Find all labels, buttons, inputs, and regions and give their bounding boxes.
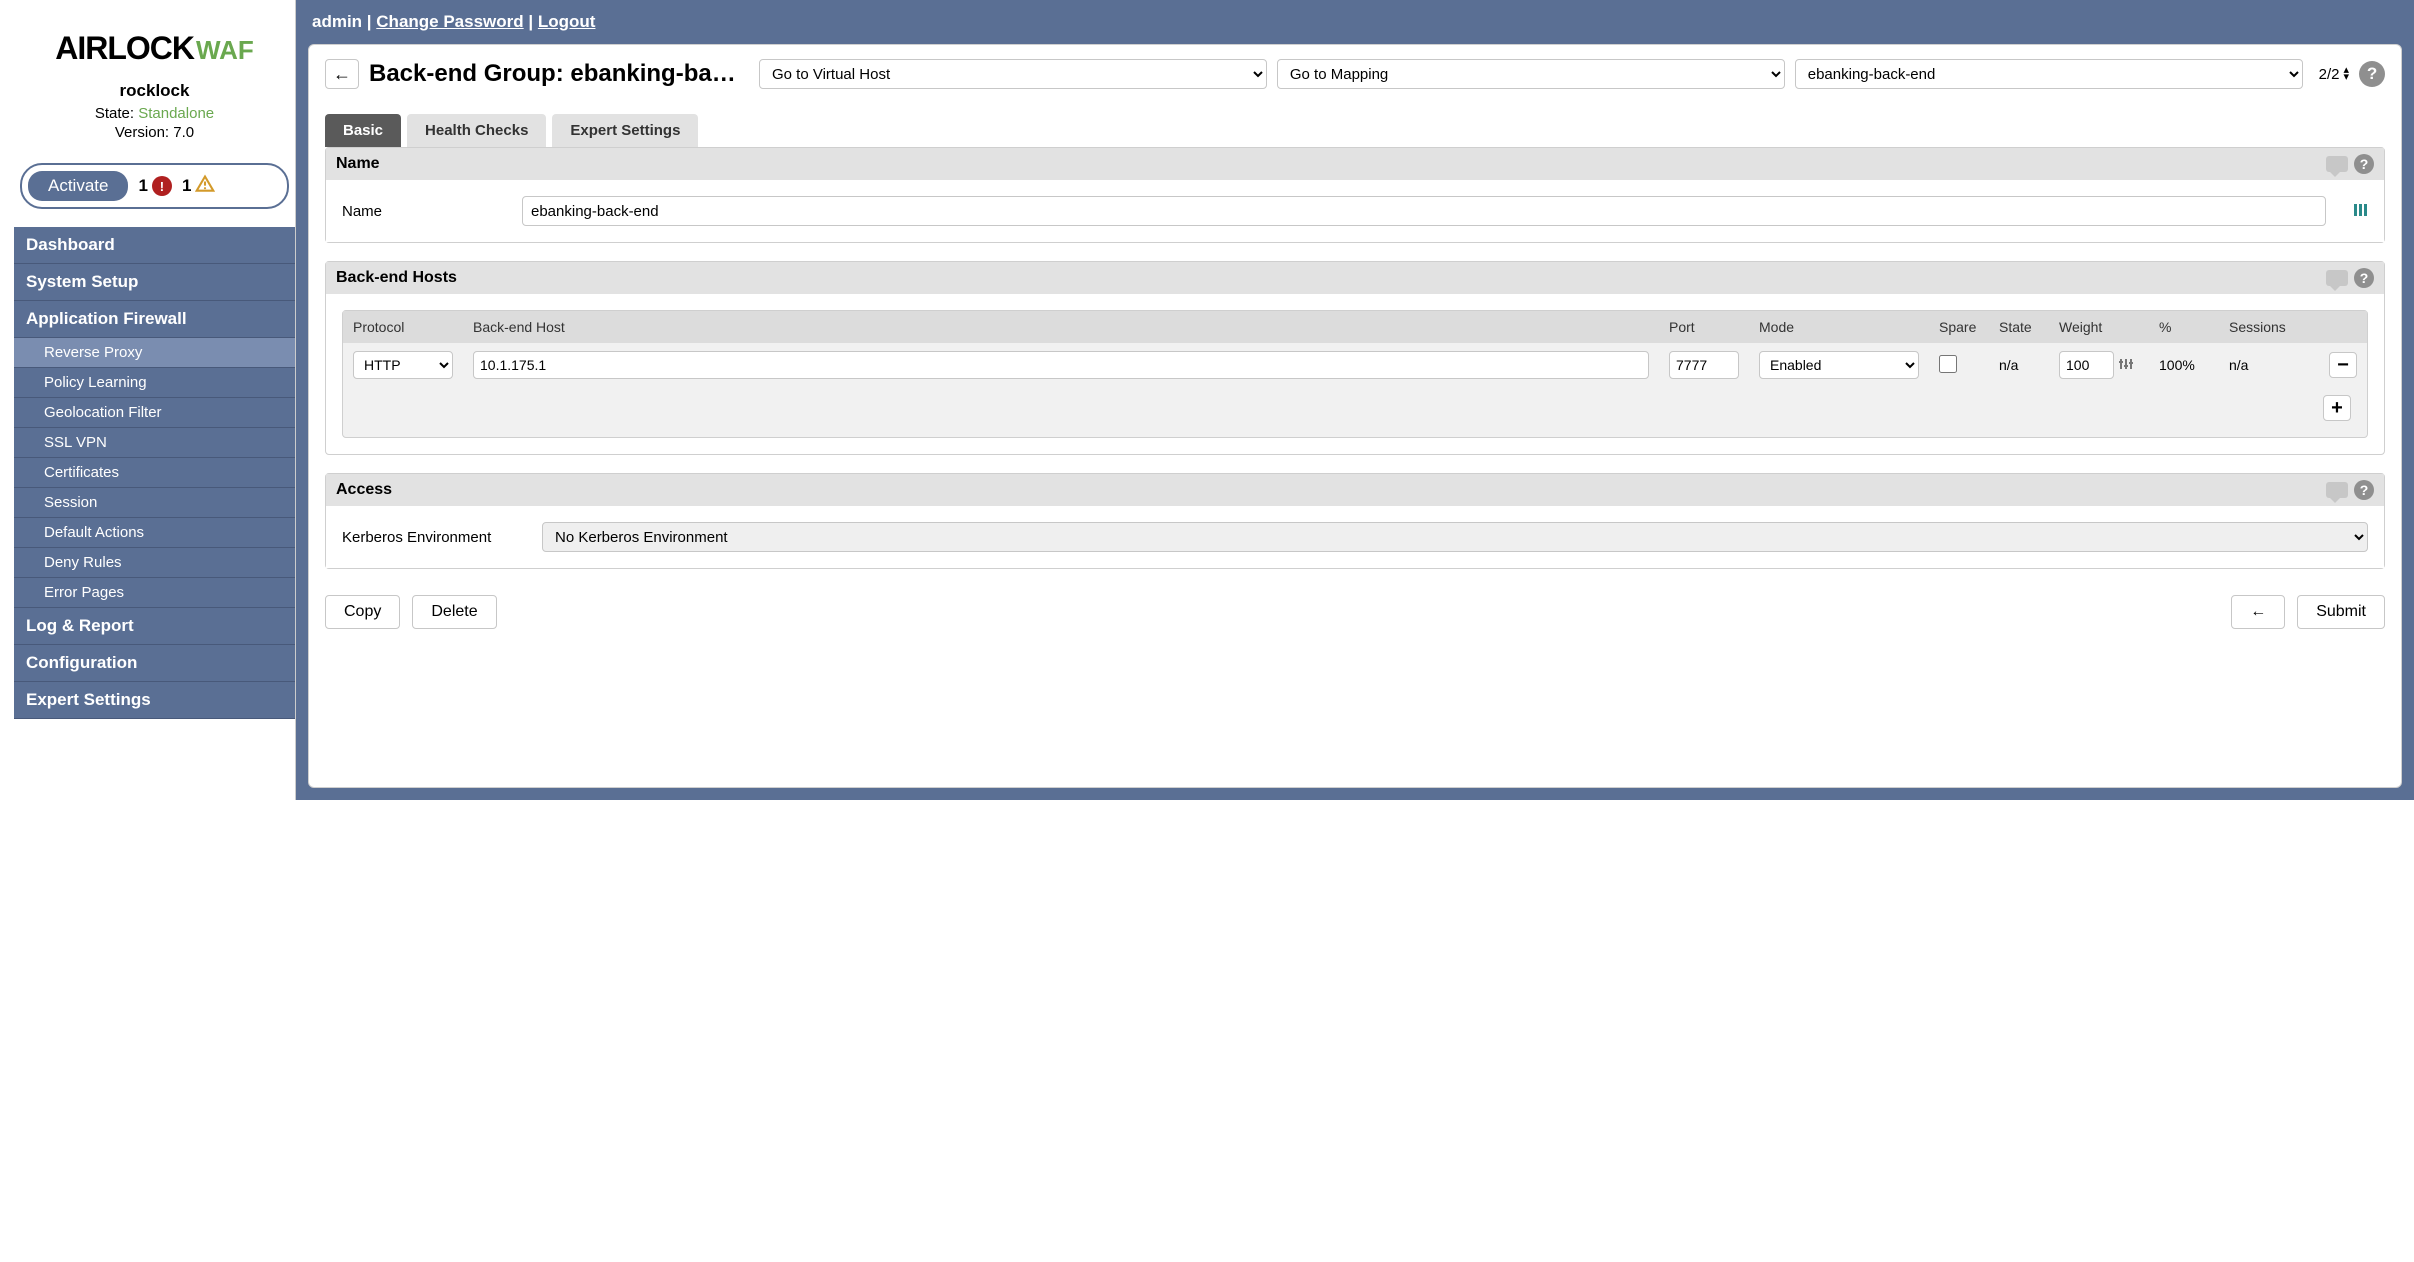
col-weight: Weight [2049, 311, 2149, 343]
footer-actions: Copy Delete ← Submit [309, 587, 2401, 647]
panel-hosts-header: Back-end Hosts ? [326, 262, 2384, 294]
kerberos-select[interactable]: No Kerberos Environment [542, 522, 2368, 552]
tabs: Basic Health Checks Expert Settings [309, 114, 2401, 147]
mapping-select[interactable]: Go to Mapping [1277, 59, 1785, 89]
port-input[interactable] [1669, 351, 1739, 379]
copy-button[interactable]: Copy [325, 595, 400, 629]
sidebar: AIRLOCKWAF rocklock State: Standalone Ve… [0, 0, 296, 800]
topbar-user: admin [312, 12, 362, 31]
pager-stepper[interactable]: ▴▾ [2343, 67, 2349, 81]
nav-reverse-proxy[interactable]: Reverse Proxy [14, 338, 295, 368]
minus-icon: − [2337, 354, 2349, 377]
nav-dashboard[interactable]: Dashboard [14, 227, 295, 264]
nav-menu: Dashboard System Setup Application Firew… [14, 227, 295, 719]
kerberos-label: Kerberos Environment [342, 529, 522, 546]
comment-icon[interactable] [2326, 482, 2348, 498]
panel-backend-hosts: Back-end Hosts ? Protocol Back-end Host … [325, 261, 2385, 455]
nav-certificates[interactable]: Certificates [14, 458, 295, 488]
help-icon[interactable]: ? [2354, 154, 2374, 174]
protocol-select[interactable]: HTTP [353, 351, 453, 379]
logout-link[interactable]: Logout [538, 12, 596, 31]
col-state: State [1989, 311, 2049, 343]
col-mode: Mode [1749, 311, 1929, 343]
arrow-left-icon: ← [2250, 603, 2266, 620]
tab-health-checks[interactable]: Health Checks [407, 114, 546, 147]
tenant-name: rocklock [24, 81, 285, 101]
logo-suffix: WAF [196, 35, 254, 65]
delete-button[interactable]: Delete [412, 595, 496, 629]
col-sessions: Sessions [2219, 311, 2319, 343]
state-value: n/a [1989, 349, 2049, 381]
arrow-left-icon: ← [333, 64, 351, 85]
tenant-state: State: Standalone [24, 105, 285, 122]
col-spare: Spare [1929, 311, 1989, 343]
virtual-host-select[interactable]: Go to Virtual Host [759, 59, 1267, 89]
host-input[interactable] [473, 351, 1649, 379]
comment-icon[interactable] [2326, 156, 2348, 172]
nav-default-actions[interactable]: Default Actions [14, 518, 295, 548]
panel-access: Access ? Kerberos Environment No Kerbero… [325, 473, 2385, 569]
slider-icon[interactable] [2118, 356, 2136, 374]
back-footer-button[interactable]: ← [2231, 595, 2285, 629]
page-title: Back-end Group: ebanking-back-... [369, 60, 749, 88]
change-password-link[interactable]: Change Password [376, 12, 523, 31]
nav-deny-rules[interactable]: Deny Rules [14, 548, 295, 578]
activate-row: Activate 1 ! 1 [20, 163, 289, 209]
mode-select[interactable]: Enabled [1759, 351, 1919, 379]
submit-button[interactable]: Submit [2297, 595, 2385, 629]
help-icon[interactable]: ? [2354, 480, 2374, 500]
logo-text: AIRLOCK [55, 30, 194, 66]
nav-application-firewall[interactable]: Application Firewall [14, 301, 295, 338]
col-host: Back-end Host [463, 311, 1659, 343]
table-header: Protocol Back-end Host Port Mode Spare S… [343, 311, 2367, 343]
tab-basic[interactable]: Basic [325, 114, 401, 147]
settings-icon[interactable] [2352, 202, 2368, 221]
tenant-version: Version: 7.0 [24, 124, 285, 141]
help-icon[interactable]: ? [2354, 268, 2374, 288]
help-button[interactable]: ? [2359, 61, 2385, 87]
nav-geolocation-filter[interactable]: Geolocation Filter [14, 398, 295, 428]
pager: 2/2 ▴▾ [2319, 66, 2349, 83]
nav-session[interactable]: Session [14, 488, 295, 518]
error-badge[interactable]: 1 ! [138, 176, 171, 196]
topbar: admin | Change Password | Logout [296, 0, 2414, 44]
nav-ssl-vpn[interactable]: SSL VPN [14, 428, 295, 458]
nav-error-pages[interactable]: Error Pages [14, 578, 295, 608]
back-button[interactable]: ← [325, 59, 359, 89]
col-pct: % [2149, 311, 2219, 343]
main: admin | Change Password | Logout ← Back-… [296, 0, 2414, 800]
error-icon: ! [152, 176, 172, 196]
panel-name-header: Name ? [326, 148, 2384, 180]
weight-input[interactable] [2059, 351, 2114, 379]
table-row: HTTP Enabled n/a 100% n/a − [343, 343, 2367, 387]
backend-select[interactable]: ebanking-back-end [1795, 59, 2303, 89]
chevron-down-icon: ▾ [2343, 74, 2349, 81]
page-header: ← Back-end Group: ebanking-back-... Go t… [309, 45, 2401, 114]
col-protocol: Protocol [343, 311, 463, 343]
spare-checkbox[interactable] [1939, 355, 1957, 373]
plus-icon: + [2331, 397, 2343, 420]
hosts-table: Protocol Back-end Host Port Mode Spare S… [342, 310, 2368, 438]
nav-log-report[interactable]: Log & Report [14, 608, 295, 645]
pct-value: 100% [2149, 349, 2219, 381]
warning-icon [195, 174, 215, 199]
name-input[interactable] [522, 196, 2326, 226]
add-row-button[interactable]: + [2323, 395, 2351, 421]
panel-name: Name ? Name [325, 147, 2385, 243]
sessions-value: n/a [2219, 349, 2319, 381]
activate-button[interactable]: Activate [28, 171, 128, 201]
nav-expert-settings[interactable]: Expert Settings [14, 682, 295, 719]
comment-icon[interactable] [2326, 270, 2348, 286]
panel-access-header: Access ? [326, 474, 2384, 506]
tab-expert-settings[interactable]: Expert Settings [552, 114, 698, 147]
name-label: Name [342, 203, 502, 220]
warning-badge[interactable]: 1 [182, 174, 215, 199]
content: ← Back-end Group: ebanking-back-... Go t… [308, 44, 2402, 788]
logo-area: AIRLOCKWAF rocklock State: Standalone Ve… [14, 0, 295, 151]
col-port: Port [1659, 311, 1749, 343]
nav-configuration[interactable]: Configuration [14, 645, 295, 682]
nav-system-setup[interactable]: System Setup [14, 264, 295, 301]
nav-policy-learning[interactable]: Policy Learning [14, 368, 295, 398]
remove-row-button[interactable]: − [2329, 352, 2357, 378]
